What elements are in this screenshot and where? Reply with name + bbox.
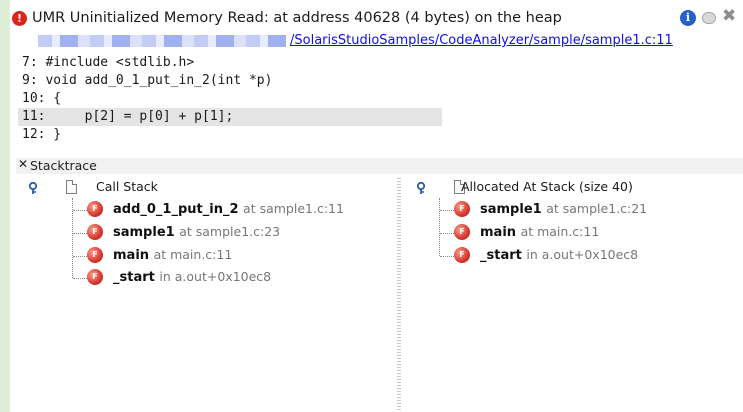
code-line-highlighted: 11: p[2] = p[0] + p[1]; bbox=[18, 108, 442, 126]
frame-location: at sample1.c:23 bbox=[179, 224, 281, 239]
left-gutter bbox=[0, 0, 10, 412]
key-icon[interactable] bbox=[416, 181, 430, 195]
frame-name: main bbox=[480, 225, 517, 240]
call-stack-label: Call Stack bbox=[96, 179, 158, 194]
function-icon: F bbox=[454, 247, 470, 263]
code-line: 12: } bbox=[22, 127, 62, 142]
function-icon: F bbox=[87, 224, 103, 240]
source-path-row: /SolarisStudioSamples/CodeAnalyzer/sampl… bbox=[22, 33, 712, 49]
tree-branch bbox=[73, 278, 87, 279]
source-file-link[interactable]: /SolarisStudioSamples/CodeAnalyzer/sampl… bbox=[290, 33, 673, 48]
function-icon: F bbox=[87, 201, 103, 217]
function-icon: F bbox=[454, 201, 470, 217]
stack-frame[interactable]: F sample1 at sample1.c:23 bbox=[73, 223, 403, 245]
function-icon: F bbox=[87, 247, 103, 263]
close-icon[interactable]: ✖ bbox=[722, 6, 736, 26]
frame-name: sample1 bbox=[113, 225, 175, 240]
frame-name: main bbox=[113, 248, 150, 263]
collapse-toggle-icon[interactable]: ✕ bbox=[18, 157, 28, 171]
issue-header: ! UMR Uninitialized Memory Read: at addr… bbox=[10, 0, 743, 30]
key-icon[interactable] bbox=[28, 181, 42, 195]
tree-branch bbox=[73, 210, 87, 211]
function-icon: F bbox=[454, 224, 470, 240]
stacktrace-label: Stacktrace bbox=[30, 158, 97, 173]
stack-frame[interactable]: F add_0_1_put_in_2 at sample1.c:11 bbox=[73, 200, 403, 222]
tree-branch bbox=[73, 233, 87, 234]
tree-branch bbox=[440, 256, 454, 257]
minimize-icon[interactable] bbox=[702, 12, 716, 24]
tree-branch bbox=[440, 233, 454, 234]
code-line: 7: #include <stdlib.h> bbox=[22, 55, 195, 70]
alloc-stack-label: Allocated At Stack (size 40) bbox=[461, 179, 633, 194]
frame-name: sample1 bbox=[480, 202, 542, 217]
frame-location: at sample1.c:21 bbox=[546, 201, 648, 216]
stack-frame[interactable]: F main at main.c:11 bbox=[73, 246, 403, 268]
error-icon: ! bbox=[12, 11, 27, 26]
stack-frame[interactable]: F _start in a.out+0x10ec8 bbox=[73, 268, 403, 290]
stack-frame[interactable]: F main at main.c:11 bbox=[440, 223, 740, 245]
code-line: 10: { bbox=[22, 91, 62, 106]
stack-frame[interactable]: F sample1 at sample1.c:21 bbox=[440, 200, 740, 222]
frame-location: in a.out+0x10ec8 bbox=[526, 247, 639, 262]
frame-name: _start bbox=[480, 248, 522, 263]
function-icon: F bbox=[87, 269, 103, 285]
code-snippet: 7: #include <stdlib.h> 9: void add_0_1_p… bbox=[18, 54, 442, 144]
frame-location: at main.c:11 bbox=[153, 247, 233, 262]
stacktrace-header[interactable]: ✕ Stacktrace bbox=[16, 157, 743, 174]
tree-branch bbox=[440, 210, 454, 211]
issue-title: UMR Uninitialized Memory Read: at addres… bbox=[32, 10, 562, 26]
frame-location: in a.out+0x10ec8 bbox=[159, 269, 272, 284]
alloc-stack-pane: Allocated At Stack (size 40) F sample1 a… bbox=[402, 178, 743, 412]
frame-location: at main.c:11 bbox=[520, 224, 600, 239]
call-stack-root[interactable]: Call Stack bbox=[28, 178, 388, 198]
frame-name: _start bbox=[113, 270, 155, 285]
frame-name: add_0_1_put_in_2 bbox=[113, 202, 239, 217]
code-line: 9: void add_0_1_put_in_2(int *p) bbox=[22, 73, 273, 88]
alloc-stack-root[interactable]: Allocated At Stack (size 40) bbox=[416, 178, 736, 198]
tree-branch bbox=[73, 256, 87, 257]
stack-frame[interactable]: F _start in a.out+0x10ec8 bbox=[440, 246, 740, 268]
pane-splitter[interactable] bbox=[397, 178, 401, 412]
info-icon[interactable]: i bbox=[680, 10, 696, 26]
call-stack-pane: Call Stack F add_0_1_put_in_2 at sample1… bbox=[22, 178, 395, 412]
frame-location: at sample1.c:11 bbox=[243, 201, 344, 216]
document-icon bbox=[66, 180, 77, 194]
redacted-path-prefix bbox=[38, 35, 286, 47]
